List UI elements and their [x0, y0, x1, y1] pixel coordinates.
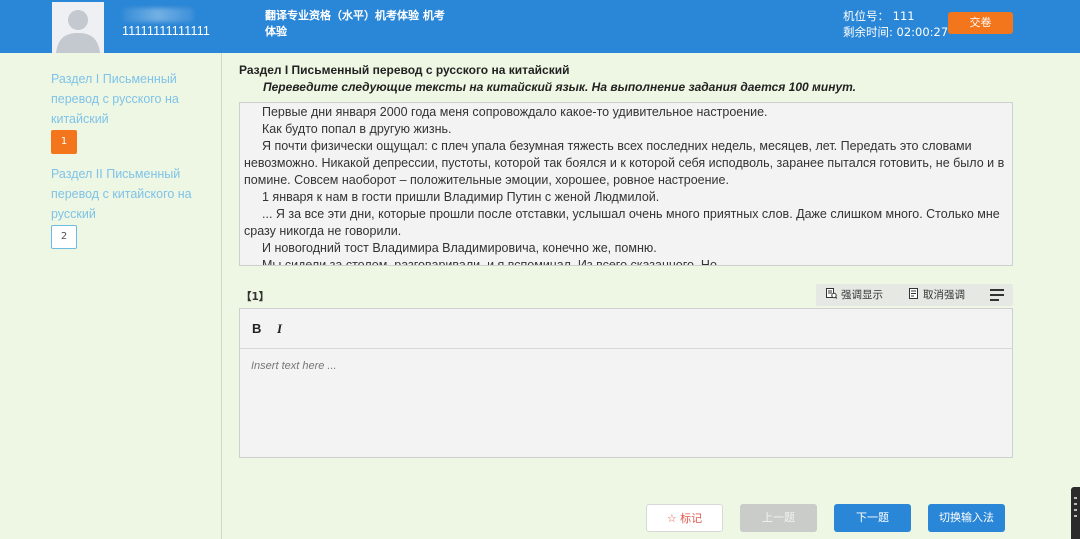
scroll-handle[interactable]: [1071, 487, 1080, 539]
mark-button[interactable]: ☆ 标记: [646, 504, 723, 532]
seat-label: 机位号：: [843, 9, 889, 23]
blurred-name: [122, 8, 194, 22]
passage-paragraph: 1 января к нам в гости пришли Владимир П…: [262, 190, 660, 204]
question-2-button[interactable]: 2: [51, 225, 77, 249]
unhighlight-label: 取消强调: [923, 289, 965, 301]
menu-icon[interactable]: [990, 289, 1004, 301]
answer-editor: B I: [239, 308, 1013, 458]
previous-question-button[interactable]: 上一题: [740, 504, 817, 532]
passage-paragraph: Первые дни января 2000 года меня сопрово…: [262, 105, 768, 119]
submit-exam-button[interactable]: 交卷: [948, 12, 1013, 34]
editor-toolbar: B I: [240, 309, 1012, 349]
passage-paragraph: Как будто попал в другую жизнь.: [262, 122, 452, 136]
avatar: [52, 2, 104, 53]
sidebar-section-2[interactable]: Раздел II Письменный перевод с китайског…: [51, 164, 211, 224]
time-label: 剩余时间:: [843, 25, 893, 39]
remaining-time: 剩余时间: 02:00:27: [843, 24, 948, 40]
document-icon: [909, 288, 918, 299]
seat-number: 机位号： 111: [843, 8, 915, 24]
question-label: 【1】: [241, 291, 270, 303]
exam-title: 翻译专业资格（水平）机考体验 机考体验: [265, 9, 445, 38]
italic-button[interactable]: I: [277, 321, 282, 337]
seat-value: 111: [892, 9, 915, 23]
time-value: 02:00:27: [896, 25, 949, 39]
question-1-button[interactable]: 1: [51, 130, 77, 154]
passage-paragraph: ... Я за все эти дни, которые прошли пос…: [244, 207, 1000, 238]
highlight-icon: [826, 288, 837, 299]
switch-input-method-button[interactable]: 切换输入法: [928, 504, 1005, 532]
highlight-button[interactable]: 强调显示: [826, 284, 883, 306]
question-navigator: Раздел I Письменный перевод с русского н…: [0, 53, 222, 539]
source-text-panel[interactable]: Первые дни января 2000 года меня сопрово…: [239, 102, 1013, 266]
passage-paragraph: Мы сидели за столом, разговаривали, и я …: [262, 258, 717, 266]
answer-input[interactable]: [240, 350, 1012, 457]
section-instruction: Переведите следующие тексты на китайский…: [263, 80, 856, 94]
section-title: Раздел I Письменный перевод с русского н…: [239, 63, 570, 77]
top-header: 11111111111111 翻译专业资格（水平）机考体验 机考体验 机位号： …: [0, 0, 1080, 53]
user-id: 11111111111111: [122, 24, 211, 38]
unhighlight-button[interactable]: 取消强调: [908, 284, 965, 306]
bold-button[interactable]: B: [252, 321, 261, 336]
highlight-toolbar: 强调显示 取消强调: [816, 284, 1013, 306]
highlight-label: 强调显示: [841, 289, 883, 301]
passage-paragraph: И новогодний тост Владимира Владимирович…: [262, 241, 657, 255]
next-question-button[interactable]: 下一题: [834, 504, 911, 532]
passage-paragraph: Я почти физически ощущал: с плеч упала б…: [244, 139, 1005, 187]
sidebar-section-1[interactable]: Раздел I Письменный перевод с русского н…: [51, 69, 211, 129]
